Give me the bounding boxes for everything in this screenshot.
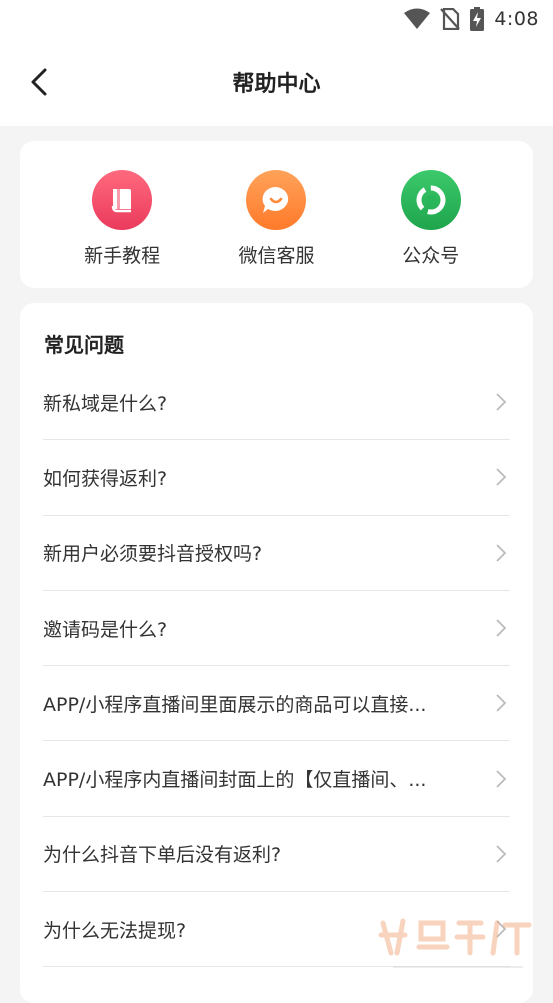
faq-question: 为什么无法提现?	[43, 916, 186, 943]
wifi-icon	[404, 8, 430, 30]
faq-question: 如何获得返利?	[43, 464, 167, 491]
faq-question: APP/小程序直播间里面展示的商品可以直接...	[43, 690, 426, 717]
faq-item[interactable]: 邀请码是什么?	[43, 591, 510, 666]
quick-link-label: 公众号	[402, 241, 459, 268]
faq-item[interactable]: 如何获得返利?	[43, 440, 510, 515]
chevron-right-icon	[494, 392, 508, 412]
chevron-right-icon	[494, 769, 508, 789]
quick-links-card: 新手教程 微信客服 公众号	[20, 141, 533, 288]
faq-question: 为什么抖音下单后没有返利?	[43, 840, 281, 867]
quick-link-wechat-service[interactable]: 微信客服	[211, 141, 341, 268]
battery-charging-icon	[470, 7, 484, 31]
chevron-right-icon	[494, 844, 508, 864]
quick-link-label: 新手教程	[84, 241, 160, 268]
faq-item[interactable]: APP/小程序直播间里面展示的商品可以直接...	[43, 666, 510, 741]
header: 帮助中心	[0, 38, 553, 126]
quick-link-official-account[interactable]: 公众号	[366, 141, 496, 268]
faq-question: 邀请码是什么?	[43, 615, 167, 642]
status-bar: 4:08	[0, 0, 553, 38]
chevron-right-icon	[494, 693, 508, 713]
page-title: 帮助中心	[0, 66, 553, 98]
no-sim-icon	[440, 8, 460, 30]
faq-card: 常见问题 新私域是什么? 如何获得返利? 新用户必须要抖音授权吗? 邀请码是什么…	[20, 303, 533, 1003]
status-time: 4:08	[494, 8, 539, 30]
watermark-logo	[373, 913, 543, 977]
quick-link-tutorial[interactable]: 新手教程	[57, 141, 187, 268]
faq-item[interactable]: 为什么抖音下单后没有返利?	[43, 817, 510, 892]
faq-item[interactable]: 新用户必须要抖音授权吗?	[43, 516, 510, 591]
chat-bubble-icon	[246, 170, 306, 230]
chevron-right-icon	[494, 543, 508, 563]
faq-list: 新私域是什么? 如何获得返利? 新用户必须要抖音授权吗? 邀请码是什么? APP…	[43, 365, 510, 967]
status-icons: 4:08	[404, 6, 539, 32]
faq-item[interactable]: APP/小程序内直播间封面上的【仅直播间、...	[43, 741, 510, 816]
faq-question: APP/小程序内直播间封面上的【仅直播间、...	[43, 765, 426, 792]
faq-question: 新用户必须要抖音授权吗?	[43, 539, 262, 566]
chevron-right-icon	[494, 467, 508, 487]
faq-title: 常见问题	[44, 329, 124, 358]
chevron-right-icon	[494, 618, 508, 638]
faq-question: 新私域是什么?	[43, 389, 167, 416]
faq-item[interactable]: 新私域是什么?	[43, 365, 510, 440]
quick-link-label: 微信客服	[238, 241, 314, 268]
book-icon	[92, 170, 152, 230]
official-account-icon	[401, 170, 461, 230]
